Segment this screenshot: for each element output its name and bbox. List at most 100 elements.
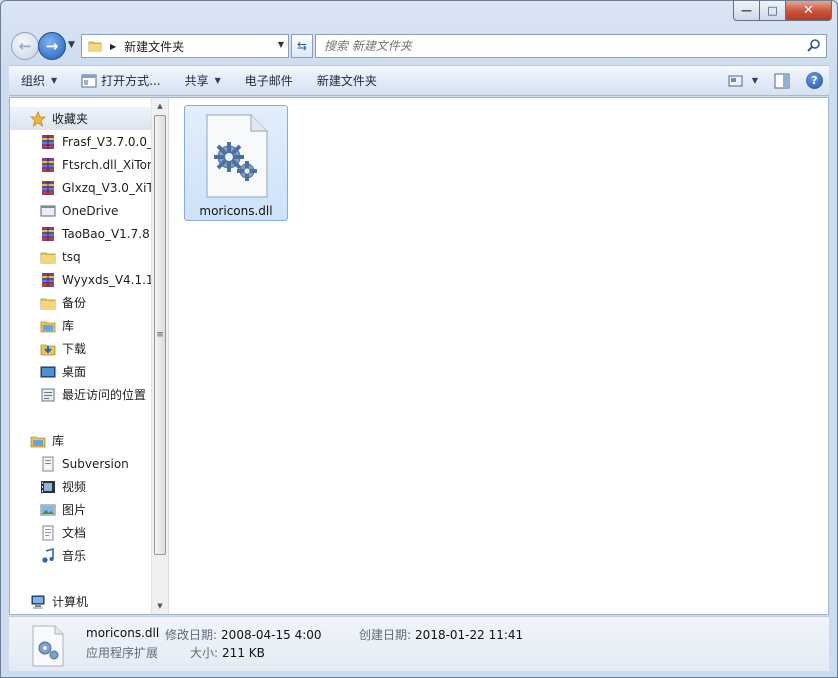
winrar-icon: [42, 272, 54, 287]
favorites-item[interactable]: 备份: [10, 291, 168, 314]
forward-button[interactable]: →: [38, 32, 66, 60]
libraries-item-label: 文档: [62, 526, 87, 540]
details-pane: moricons.dll 应用程序扩展 修改日期: 2008-04-15 4:00…: [9, 616, 829, 671]
caption-buttons: — □ ✕: [733, 1, 832, 21]
nav-spacer: [10, 406, 168, 429]
favorites-item[interactable]: Wyyxds_V4.1.1.1_XiTongZhiJia: [10, 268, 168, 291]
open-with-button[interactable]: 打开方式...: [69, 66, 172, 95]
folder-icon: [40, 298, 56, 309]
file-item[interactable]: moricons.dll: [184, 105, 288, 221]
search-input[interactable]: [324, 39, 784, 53]
new-folder-button[interactable]: 新建文件夹: [305, 66, 389, 95]
view-options-button[interactable]: ▼: [728, 74, 758, 88]
dll-gear-icon: [32, 625, 64, 667]
help-icon[interactable]: ?: [806, 72, 823, 89]
toolbar-right: ▼ ?: [728, 66, 823, 95]
size-value: 211 KB: [222, 646, 265, 660]
navigation-pane[interactable]: 收藏夹 Frasf_V3.7.0.0_XiTongZhiJiaFtsrch.dl…: [10, 98, 168, 614]
back-button[interactable]: ←: [11, 32, 39, 60]
content-area: 收藏夹 Frasf_V3.7.0.0_XiTongZhiJiaFtsrch.dl…: [9, 97, 829, 615]
recent-pages-dropdown[interactable]: ▼: [68, 40, 75, 50]
search-box[interactable]: [315, 34, 827, 58]
favorites-item-label: 桌面: [62, 365, 87, 379]
video-icon: [41, 480, 55, 493]
computer-header[interactable]: 计算机: [10, 590, 168, 613]
back-arrow-icon: ←: [18, 37, 32, 55]
pictures-icon: [40, 504, 56, 515]
computer-icon: [31, 595, 45, 609]
libraries-item[interactable]: 图片: [10, 498, 168, 521]
libraries-item-label: Subversion: [62, 456, 129, 471]
downloads-icon: [40, 344, 56, 355]
forward-arrow-icon: →: [45, 37, 59, 55]
libraries-header[interactable]: 库: [10, 429, 168, 452]
open-with-icon: [81, 74, 97, 87]
open-with-label: 打开方式...: [101, 74, 161, 88]
favorites-item[interactable]: 下载: [10, 337, 168, 360]
libraries-item[interactable]: 视频: [10, 475, 168, 498]
favorites-item[interactable]: TaoBao_V1.7.8.0_XiTongZhiJia: [10, 222, 168, 245]
winrar-icon: [42, 157, 54, 172]
library-icon: [40, 321, 56, 332]
favorites-item[interactable]: Ftsrch.dll_XiTongZhiJia: [10, 153, 168, 176]
winrar-icon: [42, 134, 54, 149]
file-list[interactable]: moricons.dll: [169, 98, 828, 614]
favorites-item-label: 备份: [62, 296, 87, 310]
share-menu[interactable]: 共享 ▼: [173, 66, 233, 95]
recent-places-icon: [41, 388, 55, 401]
desktop-icon: [40, 366, 56, 377]
preview-pane-icon[interactable]: [774, 73, 790, 89]
winrar-icon: [42, 226, 54, 241]
close-button[interactable]: ✕: [786, 1, 832, 21]
details-size: 大小: 211 KB: [190, 644, 265, 661]
address-bar[interactable]: ▶ 新建文件夹 ▼: [81, 34, 289, 58]
refresh-button[interactable]: ⇆: [291, 34, 313, 58]
documents-icon: [42, 525, 54, 540]
favorites-item-label: tsq: [62, 249, 81, 264]
organize-menu[interactable]: 组织 ▼: [9, 66, 69, 95]
breadcrumb-chevron-icon[interactable]: ▶: [110, 42, 116, 51]
explorer-window: — □ ✕ ← → ▼ ▶ 新建文件夹 ▼ ⇆ 搜索 新建文件夹 组织 ▼ 打开…: [0, 0, 838, 678]
computer-label: 计算机: [52, 595, 89, 609]
scroll-thumb[interactable]: ≡: [154, 115, 166, 555]
favorites-label: 收藏夹: [52, 112, 89, 126]
new-folder-label: 新建文件夹: [316, 74, 377, 88]
search-icon[interactable]: [806, 38, 822, 54]
libraries-item[interactable]: 音乐: [10, 544, 168, 567]
libraries-label: 库: [52, 434, 65, 448]
scroll-down-arrow-icon[interactable]: ▼: [152, 598, 168, 614]
folder-icon: [88, 41, 102, 52]
address-row: ← → ▼ ▶ 新建文件夹 ▼ ⇆: [9, 31, 829, 61]
favorites-item[interactable]: 最近访问的位置: [10, 383, 168, 406]
favorites-item-label: 最近访问的位置: [62, 388, 147, 402]
favorites-item-label: 库: [62, 319, 75, 333]
favorites-item[interactable]: OneDrive: [10, 199, 168, 222]
maximize-button[interactable]: □: [760, 1, 786, 21]
libraries-item[interactable]: 文档: [10, 521, 168, 544]
address-dropdown-icon[interactable]: ▼: [278, 40, 284, 49]
onedrive-icon: [40, 205, 56, 216]
favorites-item[interactable]: 库: [10, 314, 168, 337]
favorites-header[interactable]: 收藏夹: [10, 107, 168, 130]
size-label: 大小:: [190, 646, 219, 660]
breadcrumb-current[interactable]: 新建文件夹: [124, 38, 184, 55]
nav-spacer: [10, 567, 168, 590]
star-icon: [30, 110, 46, 127]
email-button[interactable]: 电子邮件: [233, 66, 305, 95]
chevron-down-icon: ▼: [51, 76, 58, 85]
created-value: 2018-01-22 11:41: [415, 628, 524, 642]
favorites-item[interactable]: tsq: [10, 245, 168, 268]
favorites-item[interactable]: Glxzq_V3.0_XiTongZhiJia: [10, 176, 168, 199]
favorites-item[interactable]: Frasf_V3.7.0.0_XiTongZhiJia: [10, 130, 168, 153]
chevron-down-icon[interactable]: ▼: [752, 76, 758, 85]
favorites-item[interactable]: 桌面: [10, 360, 168, 383]
libraries-item[interactable]: Subversion: [10, 452, 168, 475]
dll-gear-icon: [206, 114, 268, 198]
nav-scrollbar[interactable]: ▲ ≡ ▼: [151, 98, 168, 614]
scroll-up-arrow-icon[interactable]: ▲: [152, 98, 168, 114]
minimize-button[interactable]: —: [733, 1, 760, 21]
command-bar: 组织 ▼ 打开方式... 共享 ▼ 电子邮件 新建文件夹 ▼ ?: [9, 65, 829, 96]
subversion-icon: [42, 456, 54, 471]
view-icon: [728, 75, 743, 86]
winrar-icon: [42, 180, 54, 195]
